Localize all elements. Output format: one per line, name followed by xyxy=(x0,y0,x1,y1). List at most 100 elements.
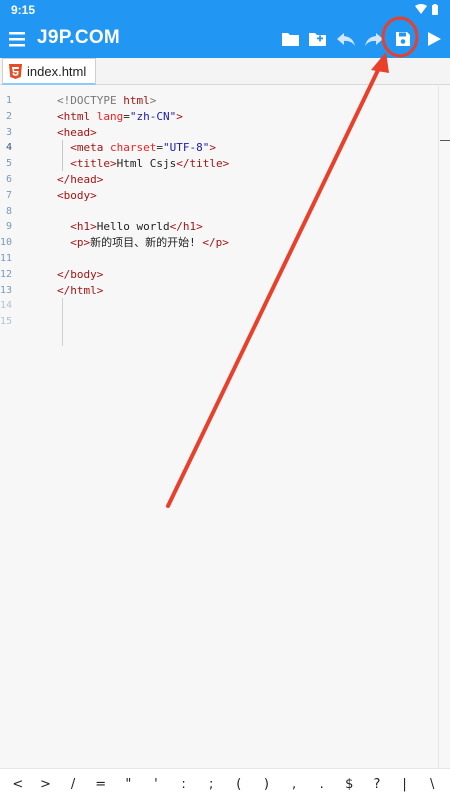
line-number: 8 xyxy=(6,205,13,217)
code-editor[interactable]: 1 2 3 4 5 6 7 8 9 10 11 12 13 14 15 <!DOCTYPE html> <ht… xyxy=(0,86,450,768)
symbol-key[interactable]: / xyxy=(62,777,84,792)
line-number: 6 xyxy=(6,173,13,185)
folder-icon xyxy=(282,33,299,46)
new-folder-button[interactable] xyxy=(306,27,330,51)
code-line: <!DOCTYPE html> xyxy=(57,93,229,109)
symbol-key[interactable]: = xyxy=(90,777,112,792)
line-number: 5 xyxy=(6,158,13,170)
symbol-key[interactable]: $ xyxy=(338,777,360,792)
code-content[interactable]: <!DOCTYPE html> <html lang="zh-CN"> <head>… xyxy=(57,93,229,330)
code-token: > xyxy=(176,109,183,123)
code-token: = xyxy=(156,141,163,155)
symbol-bar: < > / = " ':; (),. $? | \ xyxy=(0,768,450,800)
symbol-key[interactable]: \ xyxy=(421,777,443,792)
status-icons xyxy=(414,4,440,16)
symbol-key[interactable]: ? xyxy=(366,777,388,792)
line-number: 7 xyxy=(6,189,13,201)
save-button[interactable] xyxy=(391,27,415,51)
tab-index-html[interactable]: index.html xyxy=(2,58,96,85)
symbol-key[interactable]: > xyxy=(34,777,56,792)
symbol-key[interactable]: : xyxy=(173,777,195,792)
line-number: 2 xyxy=(6,110,13,122)
code-token: <h1> xyxy=(70,220,97,234)
symbol-key[interactable]: ; xyxy=(200,777,222,792)
undo-button[interactable] xyxy=(334,27,358,51)
symbol-key[interactable]: ) xyxy=(255,777,277,792)
code-token: <html xyxy=(57,109,97,123)
open-folder-button[interactable] xyxy=(279,27,303,51)
code-token: <meta xyxy=(70,141,110,155)
symbol-key[interactable]: ( xyxy=(228,777,250,792)
symbol-key[interactable]: . xyxy=(311,777,333,792)
html5-icon xyxy=(9,64,22,84)
wifi-icon xyxy=(415,4,427,14)
code-line: </head> xyxy=(57,172,229,188)
code-line: <title>Html Csjs</title> xyxy=(57,156,229,172)
code-line: <html lang="zh-CN"> xyxy=(57,109,229,125)
minimap-cursor-mark xyxy=(440,140,450,141)
code-token: > xyxy=(149,94,157,107)
symbol-key[interactable]: < xyxy=(7,777,29,792)
code-token: </h1> xyxy=(169,220,203,234)
app-bar: J9P.COM xyxy=(0,20,450,58)
code-line: </html> xyxy=(57,283,229,299)
code-line: <meta charset="UTF-8"> xyxy=(57,140,229,156)
line-number: 9 xyxy=(6,221,13,233)
undo-icon xyxy=(337,33,355,46)
status-bar: 9:15 xyxy=(0,0,450,20)
line-number: 14 xyxy=(0,300,13,312)
code-token: > xyxy=(209,141,216,155)
code-token: </title> xyxy=(176,157,230,171)
code-token: Html Csjs xyxy=(116,157,177,171)
symbol-key[interactable]: ' xyxy=(145,777,167,792)
tab-label: index.html xyxy=(27,64,87,79)
code-line: </body> xyxy=(57,267,229,283)
battery-icon xyxy=(432,5,438,15)
line-number: 12 xyxy=(0,268,13,280)
symbol-key[interactable]: , xyxy=(283,777,305,792)
code-line: <p>新的项目、新的开始! </p> xyxy=(57,235,229,251)
code-token: charset xyxy=(110,141,157,155)
redo-button[interactable] xyxy=(362,27,386,51)
code-token: html xyxy=(123,94,150,107)
code-token: </body> xyxy=(57,267,104,281)
run-button[interactable] xyxy=(422,27,446,51)
code-line: <h1>Hello world</h1> xyxy=(57,219,229,235)
line-number: 11 xyxy=(0,252,13,264)
save-icon xyxy=(396,32,410,46)
code-token: lang xyxy=(96,109,124,123)
new-folder-icon xyxy=(309,33,326,46)
app-title: J9P.COM xyxy=(37,27,121,48)
line-number: 4 xyxy=(6,142,13,154)
code-line: <head> xyxy=(57,125,229,141)
code-token: Hello world xyxy=(96,220,170,234)
redo-icon xyxy=(365,33,383,46)
code-token: = xyxy=(123,109,130,123)
symbol-key[interactable]: " xyxy=(117,777,139,792)
line-number: 3 xyxy=(6,126,13,138)
minimap[interactable] xyxy=(438,86,450,768)
code-token: <!DOCTYPE xyxy=(57,94,124,107)
line-number: 1 xyxy=(6,95,13,106)
code-token: </head> xyxy=(57,172,104,186)
code-token: 新的项目、新的开始! xyxy=(90,236,203,250)
code-line: <body> xyxy=(57,188,229,204)
symbol-key[interactable]: | xyxy=(394,777,416,792)
tab-strip: index.html xyxy=(0,58,450,85)
code-token: </html> xyxy=(57,283,104,297)
code-token: <body> xyxy=(57,188,97,202)
status-time: 9:15 xyxy=(11,3,36,17)
menu-icon[interactable] xyxy=(9,29,27,49)
code-token: <title> xyxy=(70,157,117,171)
code-token: "UTF-8" xyxy=(162,141,210,155)
line-number: 10 xyxy=(0,237,13,249)
run-icon xyxy=(428,32,441,46)
code-token: <p> xyxy=(70,236,91,250)
code-token: "zh-CN" xyxy=(129,109,177,123)
